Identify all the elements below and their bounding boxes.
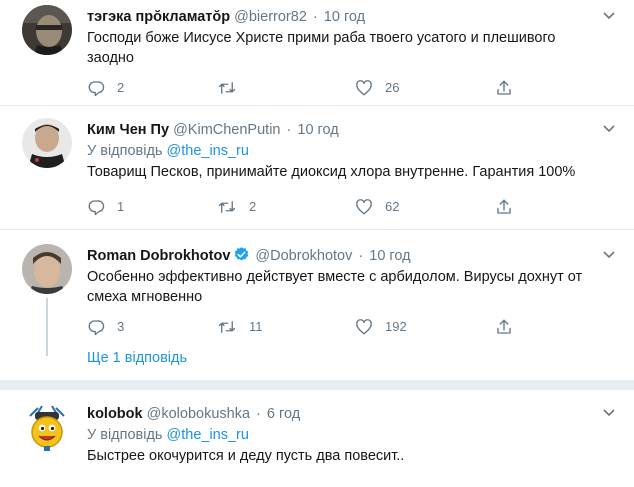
replying-to-link[interactable]: @the_ins_ru xyxy=(167,143,249,159)
separator-dot: · xyxy=(358,248,364,264)
share-button[interactable] xyxy=(495,78,513,98)
user-handle[interactable]: @bierror82 xyxy=(234,9,307,25)
tweet-header: kolobok @kolobokushka · 6 год xyxy=(87,404,616,424)
share-icon xyxy=(495,318,513,336)
tweet-text-line: Товарищ Песков, принимайте диоксид хлора… xyxy=(87,164,576,180)
replying-to: У відповідь @the_ins_ru xyxy=(87,141,616,161)
share-icon xyxy=(495,79,513,97)
retweet-button[interactable] xyxy=(217,78,249,98)
display-name[interactable]: Ким Чен Пу xyxy=(87,122,169,138)
timestamp[interactable]: 10 год xyxy=(324,9,365,25)
like-button[interactable]: 26 xyxy=(355,78,399,98)
tweet-actions: 3 11 192 xyxy=(87,317,616,337)
tweet-text: Быстрее окочурится и деду пусть два пове… xyxy=(87,446,616,466)
tweet-text-line: заодно xyxy=(87,50,134,66)
chevron-down-icon[interactable] xyxy=(602,8,616,28)
reply-button[interactable]: 1 xyxy=(87,197,124,217)
separator-dot: · xyxy=(256,406,261,422)
timestamp[interactable]: 6 год xyxy=(267,406,300,422)
tweet-text: Особенно эффективно действует вместе с а… xyxy=(87,267,616,307)
section-gap xyxy=(0,380,634,390)
reply-icon xyxy=(87,318,105,336)
verified-badge-icon xyxy=(233,246,250,269)
replying-to-label: У відповідь xyxy=(87,427,167,443)
retweet-button[interactable]: 11 xyxy=(217,317,263,337)
chevron-down-icon[interactable] xyxy=(602,405,616,425)
retweet-button[interactable]: 2 xyxy=(217,197,256,217)
timestamp[interactable]: 10 год xyxy=(297,122,338,138)
avatar[interactable] xyxy=(22,5,72,55)
timestamp[interactable]: 10 год xyxy=(369,248,410,264)
separator-dot: · xyxy=(286,122,292,138)
display-name[interactable]: тэгэка прŏкламатŏр xyxy=(87,9,230,25)
separator-dot: · xyxy=(312,9,318,25)
retweet-icon xyxy=(217,198,237,216)
tweet-4[interactable]: kolobok @kolobokushka · 6 год У відповід… xyxy=(0,390,634,487)
display-name[interactable]: kolobok xyxy=(87,406,143,422)
display-name[interactable]: Roman Dobrokhotov xyxy=(87,248,230,264)
tweet-text-line: Господи боже Иисусе Христе прими раба тв… xyxy=(87,30,556,46)
heart-icon xyxy=(355,198,373,216)
user-handle[interactable]: @Dobrokhotov xyxy=(255,248,352,264)
tweet-2[interactable]: Ким Чен Пу @KimChenPutin · 10 год У відп… xyxy=(0,106,634,229)
share-button[interactable] xyxy=(495,197,513,217)
replying-to-label: У відповідь xyxy=(87,143,167,159)
tweet-1[interactable]: тэгэка прŏкламатŏр @bierror82 · 10 год Г… xyxy=(0,0,634,105)
retweet-count: 2 xyxy=(249,199,257,214)
tweet-header: Roman Dobrokhotov @Dobrokhotov · 10 год xyxy=(87,246,616,266)
like-count: 62 xyxy=(385,199,400,214)
avatar[interactable] xyxy=(22,402,72,452)
heart-icon xyxy=(355,79,373,97)
tweet-text: Господи боже Иисусе Христе прими раба тв… xyxy=(87,28,616,68)
tweet-text-line: смеха мгновенно xyxy=(87,289,203,305)
reply-button[interactable]: 2 xyxy=(87,78,124,98)
user-handle[interactable]: @kolobokushka xyxy=(147,406,250,422)
show-more-replies-link[interactable]: Ще 1 відповідь xyxy=(87,348,187,368)
tweet-actions: 1 2 62 xyxy=(87,197,616,217)
tweet-header: тэгэка прŏкламатŏр @bierror82 · 10 год xyxy=(87,7,616,27)
reply-count: 1 xyxy=(117,199,125,214)
user-handle[interactable]: @KimChenPutin xyxy=(173,122,280,138)
like-count: 26 xyxy=(385,80,400,95)
tweet-actions: 2 26 xyxy=(87,78,616,98)
tweet-text-line: Особенно эффективно действует вместе с а… xyxy=(87,269,583,285)
replying-to: У відповідь @the_ins_ru xyxy=(87,425,616,445)
retweet-icon xyxy=(217,318,237,336)
avatar[interactable] xyxy=(22,118,72,168)
chevron-down-icon[interactable] xyxy=(602,121,616,141)
share-icon xyxy=(495,198,513,216)
tweet-text: Товарищ Песков, принимайте диоксид хлора… xyxy=(87,162,616,182)
tweet-text-line: Быстрее окочурится и деду пусть два пове… xyxy=(87,448,405,464)
reply-icon xyxy=(87,198,105,216)
chevron-down-icon[interactable] xyxy=(602,247,616,267)
retweet-count: 11 xyxy=(249,319,263,334)
reply-count: 2 xyxy=(117,80,125,95)
tweet-header: Ким Чен Пу @KimChenPutin · 10 год xyxy=(87,120,616,140)
replying-to-link[interactable]: @the_ins_ru xyxy=(167,427,249,443)
avatar[interactable] xyxy=(22,244,72,294)
tweet-3[interactable]: Roman Dobrokhotov @Dobrokhotov · 10 год … xyxy=(0,230,634,380)
reply-count: 3 xyxy=(117,319,125,334)
like-button[interactable]: 192 xyxy=(355,317,407,337)
heart-icon xyxy=(355,318,373,336)
reply-icon xyxy=(87,79,105,97)
retweet-icon xyxy=(217,79,237,97)
thread-line xyxy=(46,298,48,356)
reply-button[interactable]: 3 xyxy=(87,317,124,337)
like-button[interactable]: 62 xyxy=(355,197,399,217)
like-count: 192 xyxy=(385,319,407,334)
share-button[interactable] xyxy=(495,317,513,337)
